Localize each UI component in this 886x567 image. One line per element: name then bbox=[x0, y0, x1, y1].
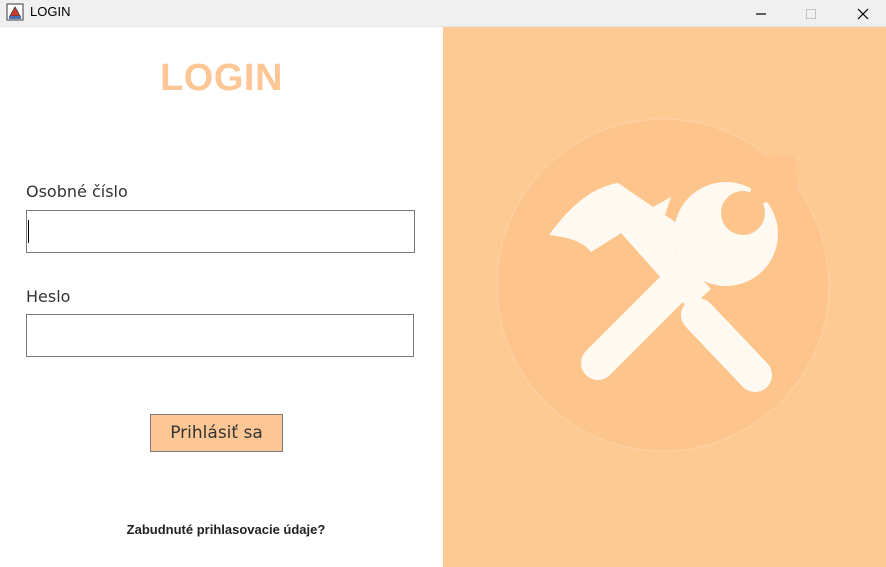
window-titlebar: LOGIN bbox=[0, 0, 886, 27]
text-cursor bbox=[28, 220, 29, 243]
close-button[interactable] bbox=[840, 0, 886, 27]
hammer-wrench-icon bbox=[496, 118, 830, 452]
password-label: Heslo bbox=[26, 287, 71, 306]
maximize-button[interactable] bbox=[788, 0, 834, 27]
window-title: LOGIN bbox=[30, 4, 71, 19]
decorative-panel bbox=[443, 27, 886, 567]
password-input[interactable] bbox=[26, 314, 414, 357]
close-icon bbox=[857, 8, 869, 19]
login-heading: LOGIN bbox=[160, 57, 283, 99]
personal-number-input[interactable] bbox=[26, 210, 415, 253]
java-cup-icon bbox=[6, 3, 24, 21]
login-button[interactable]: Prihlásiť sa bbox=[150, 414, 283, 452]
login-panel: LOGIN Osobné číslo Heslo Prihlásiť sa Za… bbox=[0, 27, 443, 567]
forgot-credentials-link[interactable]: Zabudnuté prihlasovacie údaje? bbox=[0, 522, 452, 537]
maximize-icon bbox=[806, 8, 816, 19]
minimize-button[interactable] bbox=[738, 0, 784, 27]
personal-number-label: Osobné číslo bbox=[26, 182, 128, 201]
minimize-icon bbox=[756, 12, 766, 15]
